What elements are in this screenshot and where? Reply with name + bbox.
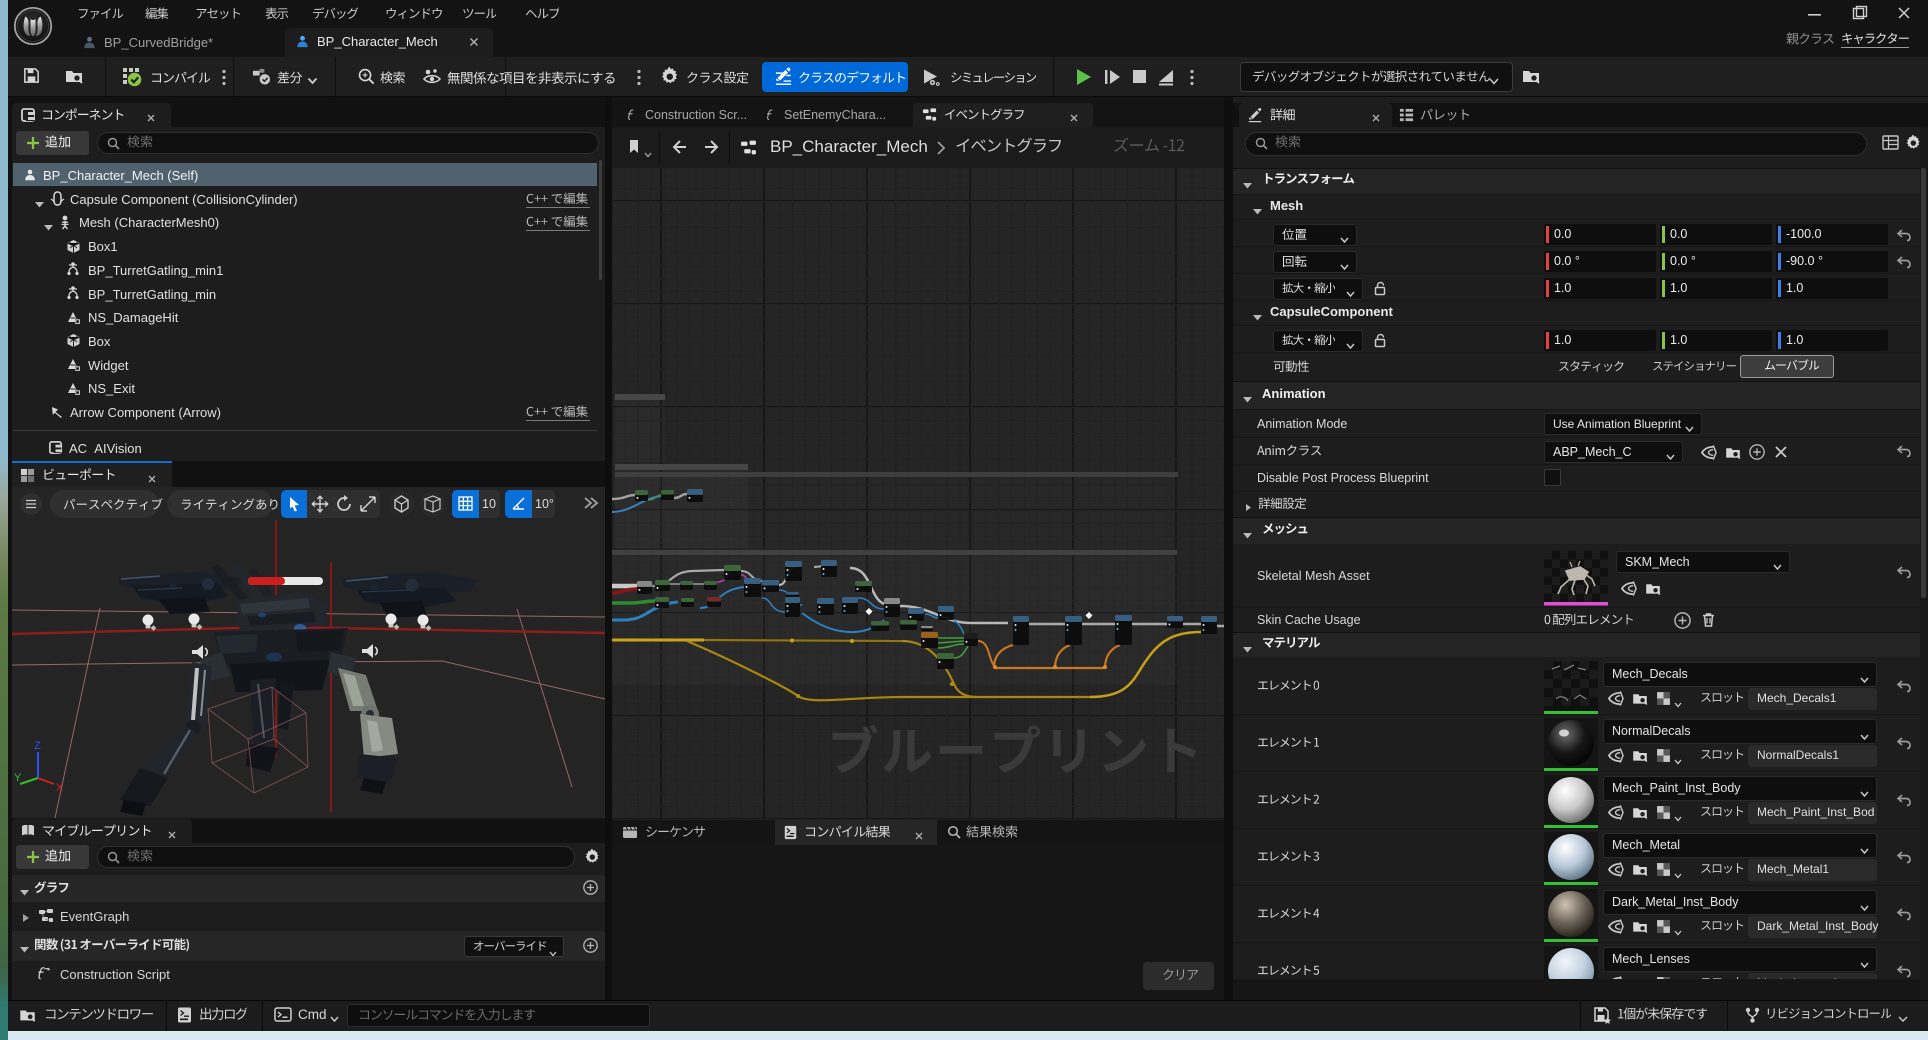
svg-text:X: X bbox=[56, 782, 64, 794]
svg-text:Z: Z bbox=[34, 740, 41, 752]
svg-text:Y: Y bbox=[14, 772, 22, 784]
